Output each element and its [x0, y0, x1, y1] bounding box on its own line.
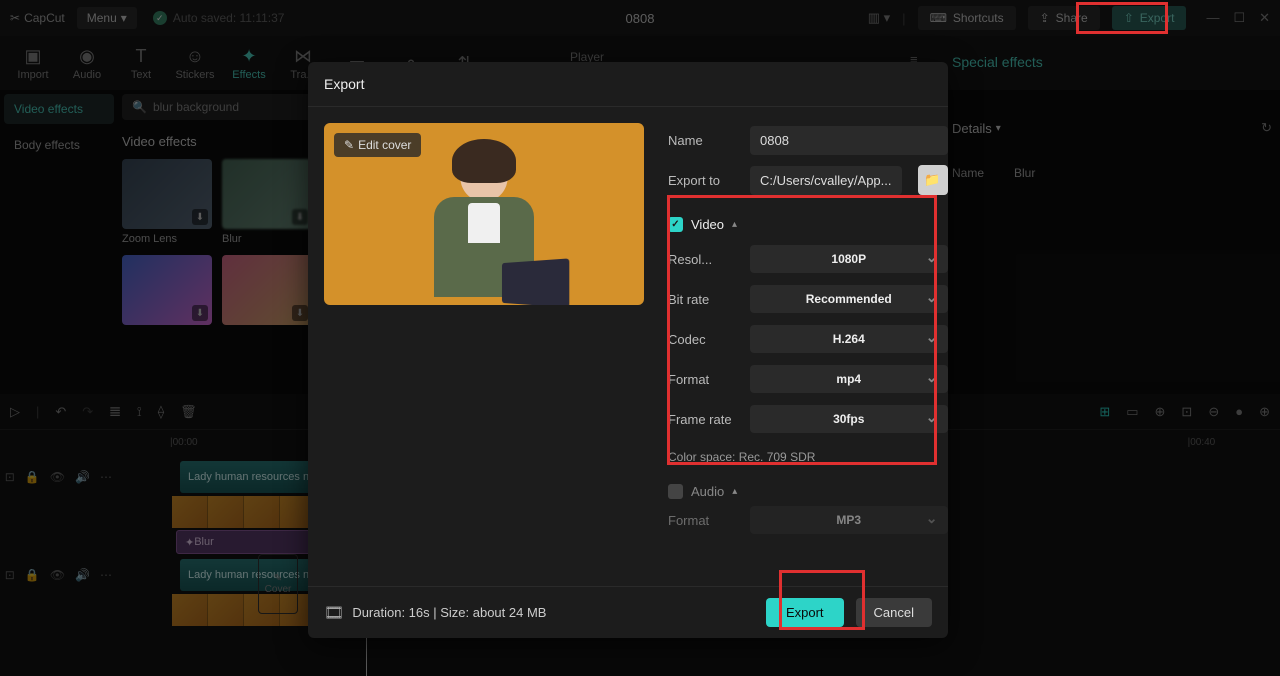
resolution-select[interactable]: 1080P — [750, 245, 948, 273]
folder-icon: 📁 — [924, 172, 940, 188]
edit-cover-label: Edit cover — [358, 138, 411, 152]
duration-info: 🎞 Duration: 16s | Size: about 24 MB — [324, 603, 546, 623]
row-format: Format mp4 — [668, 362, 948, 396]
row-exportto: Export to C:/Users/cvalley/App... 📁 — [668, 163, 948, 197]
video-section-header[interactable]: ✓ Video ▴ — [668, 217, 948, 232]
edit-cover-button[interactable]: ✎ Edit cover — [334, 133, 421, 157]
bitrate-select[interactable]: Recommended — [750, 285, 948, 313]
browse-folder-button[interactable]: 📁 — [918, 165, 948, 195]
format-label: Format — [668, 372, 738, 387]
color-space: Color space: Rec. 709 SDR — [668, 450, 948, 464]
name-label: Name — [668, 133, 738, 148]
name-input[interactable] — [750, 126, 948, 155]
audio-section-title: Audio — [691, 484, 724, 499]
row-codec: Codec H.264 — [668, 322, 948, 356]
modal-title: Export — [308, 62, 948, 107]
modal-left: ✎ Edit cover — [324, 123, 644, 570]
modal-body: ✎ Edit cover Name Export to C:/Users/cval… — [308, 107, 948, 586]
video-checkbox[interactable]: ✓ — [668, 217, 683, 232]
codec-select[interactable]: H.264 — [750, 325, 948, 353]
audio-section: ✓ Audio ▴ Format MP3 — [668, 470, 948, 537]
pencil-icon: ✎ — [344, 138, 354, 152]
row-resolution: Resol... 1080P — [668, 242, 948, 276]
chevron-up-icon: ▴ — [732, 219, 737, 230]
row-name: Name — [668, 123, 948, 157]
film-icon: 🎞 — [324, 603, 344, 623]
format-select[interactable]: mp4 — [750, 365, 948, 393]
framerate-label: Frame rate — [668, 412, 738, 427]
exportto-value: C:/Users/cvalley/App... — [750, 166, 902, 195]
person-illustration — [419, 145, 549, 305]
bitrate-label: Bit rate — [668, 292, 738, 307]
chevron-up-icon: ▴ — [732, 486, 737, 497]
row-bitrate: Bit rate Recommended — [668, 282, 948, 316]
duration-text: Duration: 16s | Size: about 24 MB — [352, 605, 546, 620]
row-audio-format: Format MP3 — [668, 503, 948, 537]
row-framerate: Frame rate 30fps — [668, 402, 948, 436]
audio-section-header[interactable]: ✓ Audio ▴ — [668, 484, 948, 499]
audio-format-label: Format — [668, 513, 738, 528]
exportto-label: Export to — [668, 173, 738, 188]
cancel-button[interactable]: Cancel — [856, 598, 932, 627]
export-confirm-button[interactable]: Export — [766, 598, 844, 627]
cover-preview: ✎ Edit cover — [324, 123, 644, 305]
framerate-select[interactable]: 30fps — [750, 405, 948, 433]
modal-right: Name Export to C:/Users/cvalley/App... 📁… — [668, 123, 948, 570]
video-section-title: Video — [691, 217, 724, 232]
audio-format-select[interactable]: MP3 — [750, 506, 948, 534]
resolution-label: Resol... — [668, 252, 738, 267]
codec-label: Codec — [668, 332, 738, 347]
audio-checkbox[interactable]: ✓ — [668, 484, 683, 499]
modal-footer: 🎞 Duration: 16s | Size: about 24 MB Expo… — [308, 586, 948, 638]
export-modal: Export ✎ Edit cover Name Export to C:/Use… — [308, 62, 948, 638]
